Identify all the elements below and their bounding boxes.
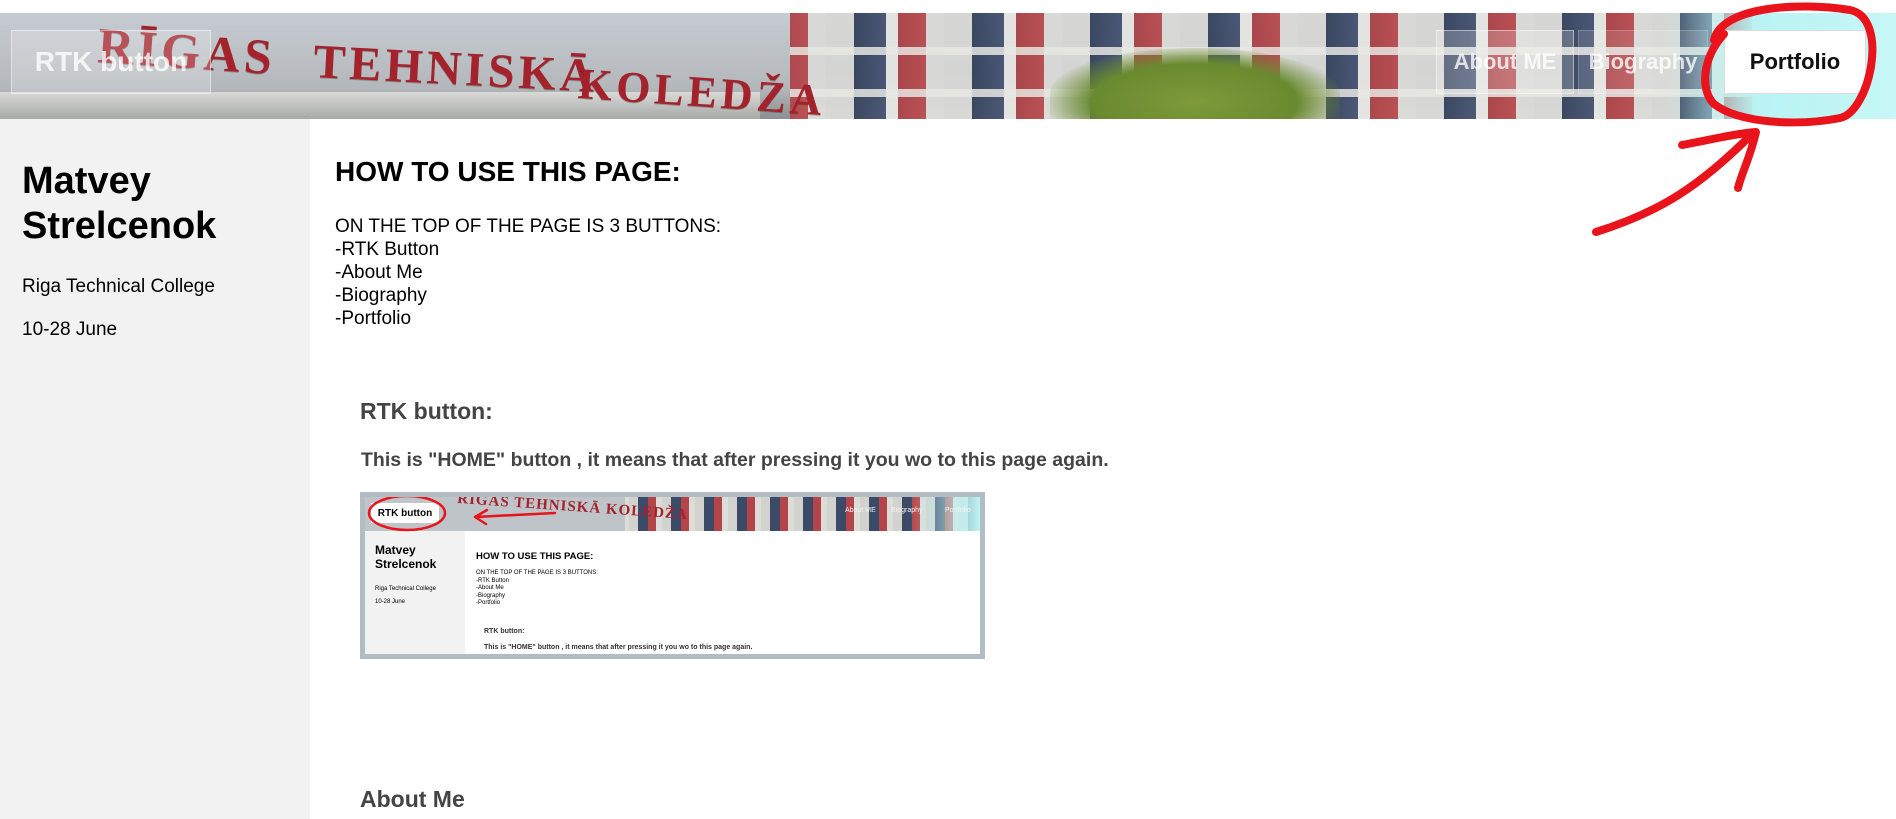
header-banner: RĪGAS TEHNISKĀ KOLEDŽA RTK button About … (0, 0, 1896, 119)
intro-line: -Biography (335, 285, 427, 306)
page-title: HOW TO USE THIS PAGE: (335, 156, 681, 187)
sidebar: Matvey Strelcenok Riga Technical College… (0, 119, 310, 819)
intro-line: -RTK Button (335, 239, 440, 260)
rtk-section-description: This is "HOME" button , it means that af… (361, 449, 1109, 471)
about-section-heading: About Me (360, 786, 465, 812)
preview-annotation (367, 497, 557, 532)
preview-circle-mark (367, 497, 447, 532)
biography-button[interactable]: Biography (1578, 30, 1708, 94)
about-me-button[interactable]: About ME (1436, 30, 1574, 94)
author-name: Matvey Strelcenok (22, 160, 217, 247)
rtk-home-button[interactable]: RTK button (11, 30, 211, 94)
red-arrow-head (1678, 128, 1760, 192)
intro-line: -About Me (335, 262, 423, 283)
date-range: 10-28 June (22, 319, 118, 340)
intro-text: ON THE TOP OF THE PAGE IS 3 BUTTONS: -RT… (335, 215, 721, 330)
preview-arrow-mark (473, 508, 557, 526)
rtk-section-heading: RTK button: (360, 398, 493, 424)
rtk-example-screenshot: RĪGAS TEHNISKĀ KOLEDŽA RTK button About … (360, 492, 985, 659)
banner-top-strip (0, 0, 1896, 13)
school-name: Riga Technical College (22, 276, 215, 297)
portfolio-button[interactable]: Portfolio (1724, 30, 1866, 94)
intro-line: ON THE TOP OF THE PAGE IS 3 BUTTONS: (335, 216, 722, 237)
red-arrow-shaft (1592, 130, 1756, 236)
intro-line: -Portfolio (335, 308, 412, 329)
